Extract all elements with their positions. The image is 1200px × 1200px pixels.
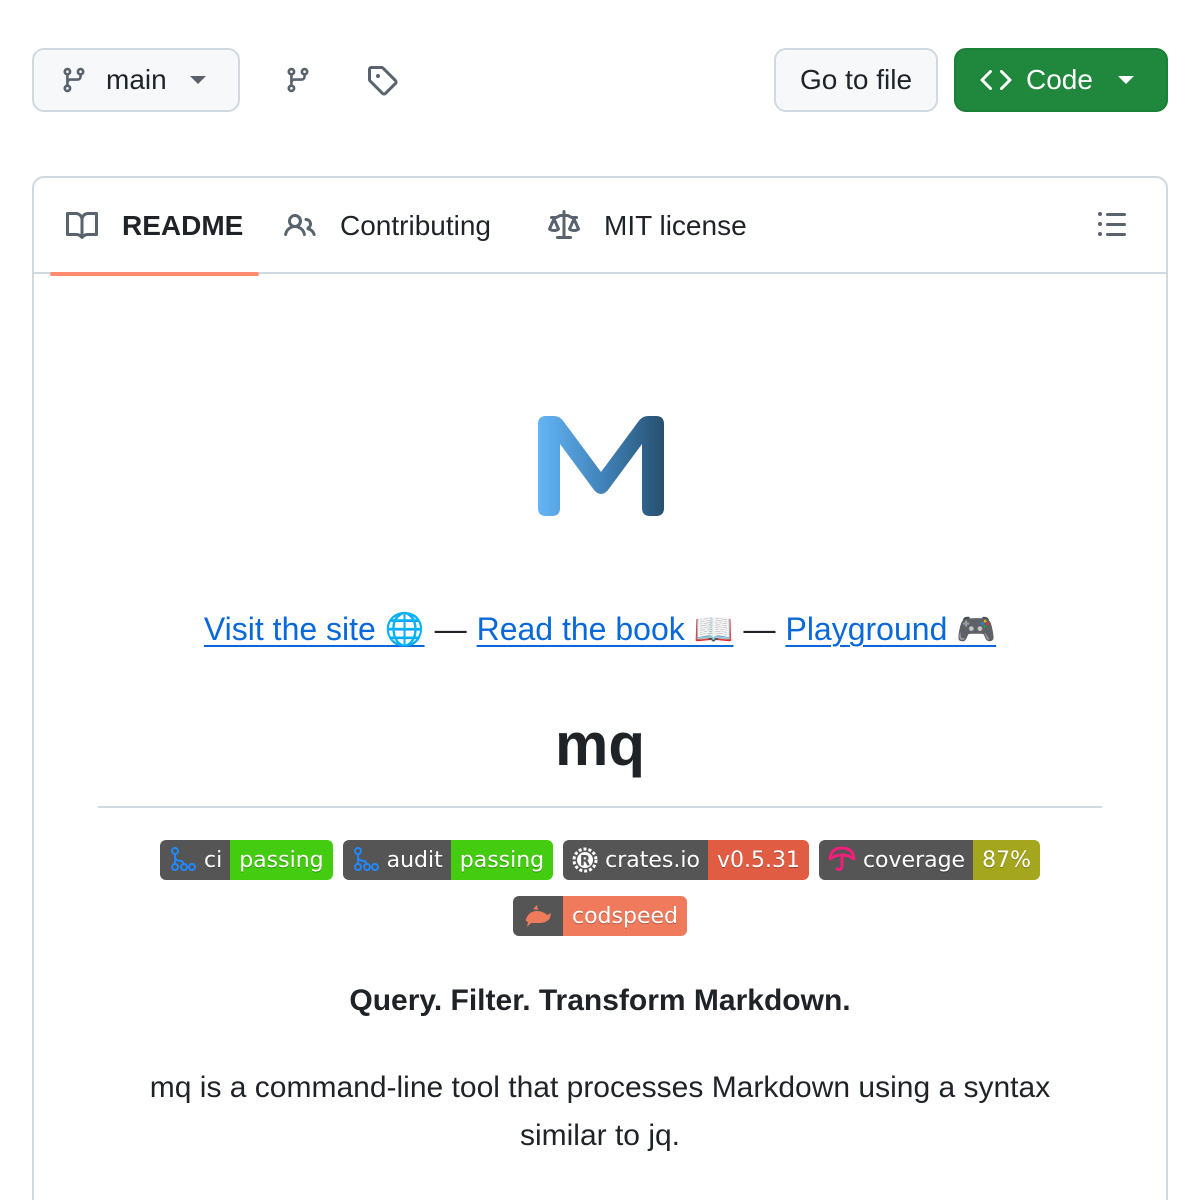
badge-label: ci [204, 847, 223, 873]
tab-label: MIT license [604, 210, 747, 241]
badge-value: passing [450, 840, 554, 880]
badge-value: codspeed [563, 896, 687, 936]
readme-tabs: README Contributing MIT license [34, 178, 1166, 276]
readme-links: Visit the site 🌐 — Read the book 📖 — Playgro… [34, 610, 1166, 648]
rust-icon: R [571, 846, 599, 874]
readme-description: mq is a command-line tool that processes… [149, 1071, 1051, 1152]
tab-readme[interactable]: README [49, 178, 260, 276]
git-branch-icon [60, 64, 88, 96]
audit-badge[interactable]: audit passing [342, 840, 554, 880]
ci-badge[interactable]: ci passing [160, 840, 333, 880]
branch-selector-button[interactable]: main [32, 48, 240, 112]
book-icon [66, 210, 98, 242]
code-icon [980, 64, 1012, 96]
list-unordered-icon [1096, 208, 1132, 240]
svg-text:R: R [580, 854, 590, 869]
badge-value: v0.5.31 [707, 840, 809, 880]
badge-label: coverage [862, 847, 966, 873]
codspeed-icon [523, 903, 553, 929]
readme-title: mq [98, 710, 1102, 808]
tag-icon [366, 64, 398, 96]
codecov-icon [827, 845, 857, 875]
people-icon [284, 210, 316, 242]
read-book-link[interactable]: Read the book 📖 [477, 611, 734, 647]
tab-contributing[interactable]: Contributing [284, 178, 491, 274]
caret-down-icon [189, 75, 207, 85]
visit-site-link[interactable]: Visit the site 🌐 [204, 611, 425, 647]
code-button[interactable]: Code [954, 48, 1168, 112]
badge-label: audit [386, 847, 443, 873]
git-branch-icon [284, 64, 312, 96]
link-separator: — [743, 611, 776, 647]
badge-label: crates.io [605, 847, 700, 873]
mq-logo [538, 416, 664, 516]
caret-down-icon [1117, 75, 1135, 85]
tab-label: Contributing [340, 210, 491, 241]
github-actions-icon [351, 845, 381, 875]
coverage-badge[interactable]: coverage 87% [818, 840, 1040, 880]
tab-label: README [122, 210, 244, 241]
law-icon [548, 210, 580, 242]
readme-tagline: Query. Filter. Transform Markdown. [349, 984, 851, 1017]
playground-link[interactable]: Playground 🎮 [785, 611, 996, 647]
code-button-label: Code [1026, 64, 1093, 95]
badge-value: passing [230, 840, 333, 880]
tags-button[interactable] [350, 48, 414, 112]
codspeed-badge[interactable]: codspeed [513, 896, 687, 936]
repo-toolbar: main Go to file Code [32, 48, 1168, 112]
link-separator: — [434, 611, 467, 647]
tab-license[interactable]: MIT license [548, 178, 747, 274]
go-to-file-button[interactable]: Go to file [774, 48, 938, 112]
crates-io-badge[interactable]: R crates.io v0.5.31 [563, 840, 809, 880]
github-actions-icon [168, 845, 198, 875]
readme-panel: README Contributing MIT license Visit th… [32, 176, 1168, 1200]
branches-button[interactable] [266, 48, 330, 112]
branch-name: main [106, 64, 167, 95]
badge-value: 87% [973, 840, 1040, 880]
outline-button[interactable] [1096, 208, 1132, 244]
